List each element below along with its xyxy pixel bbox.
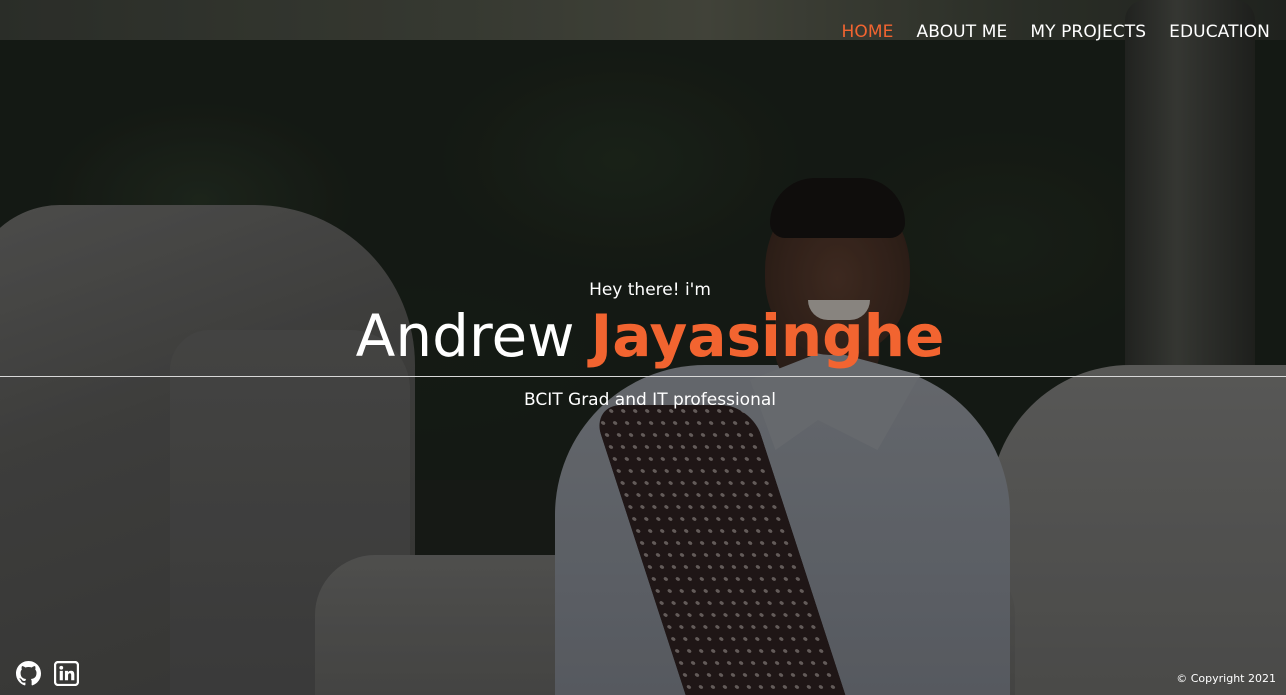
nav-education-link[interactable]: EDUCATION <box>1169 22 1270 42</box>
hero-last-name: Jayasinghe <box>590 302 945 370</box>
nav-projects-link[interactable]: MY PROJECTS <box>1030 22 1146 42</box>
hero-tagline: BCIT Grad and IT professional <box>523 390 776 410</box>
hero-first-name: Andrew <box>355 302 575 370</box>
hero-greeting: Hey there! i'm <box>589 280 711 300</box>
copyright-text: © Copyright 2021 <box>1176 672 1276 685</box>
nav-home-link[interactable]: HOME <box>842 22 894 42</box>
linkedin-icon <box>53 660 80 687</box>
hero-section: HOME ABOUT ME MY PROJECTS EDUCATION Hey … <box>0 0 1286 695</box>
github-icon <box>16 661 41 686</box>
main-navigation: HOME ABOUT ME MY PROJECTS EDUCATION <box>819 22 1270 42</box>
linkedin-link[interactable] <box>53 660 80 687</box>
hero-name: Andrew Jayasinghe <box>0 301 1286 371</box>
hero-divider <box>0 376 1286 377</box>
github-link[interactable] <box>16 661 41 686</box>
social-links <box>16 660 80 687</box>
nav-about-link[interactable]: ABOUT ME <box>917 22 1008 42</box>
